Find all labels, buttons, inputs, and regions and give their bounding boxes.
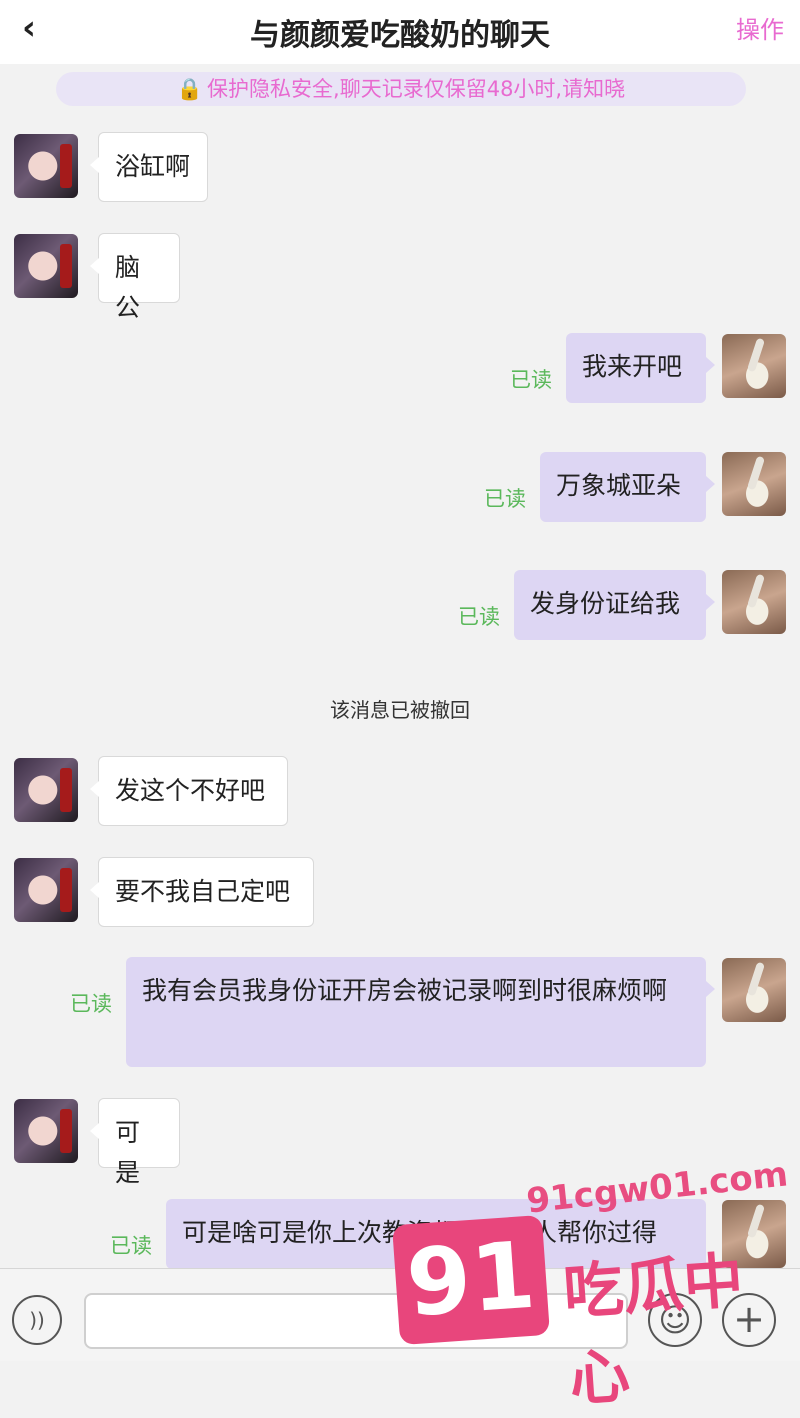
recalled-message-notice: 该消息已被撤回 <box>330 698 470 722</box>
my-avatar[interactable] <box>722 958 786 1022</box>
contact-avatar[interactable] <box>14 234 78 298</box>
privacy-notice-text: 保护隐私安全,聊天记录仅保留48小时,请知晓 <box>207 77 626 101</box>
message-bubble-incoming[interactable]: 浴缸啊 <box>90 132 208 202</box>
read-status: 已读 <box>458 605 500 629</box>
message-bubble-outgoing[interactable]: 万象城亚朵 <box>540 452 715 522</box>
contact-avatar[interactable] <box>14 858 78 922</box>
message-text: 万象城亚朵 <box>556 471 682 500</box>
message-bubble-incoming[interactable]: 发这个不好吧 <box>90 756 288 826</box>
message-bubble-incoming[interactable]: 脑公 <box>90 233 180 322</box>
message-input[interactable] <box>84 1293 628 1349</box>
message-bubble-outgoing[interactable]: 我来开吧 <box>566 333 715 403</box>
message-text: 浴缸啊 <box>115 152 191 181</box>
message-text: 我有会员我身份证开房会被记录啊到时很麻烦啊 <box>142 976 668 1005</box>
message-bubble-outgoing[interactable]: 发身份证给我 <box>514 570 715 640</box>
read-status: 已读 <box>70 992 112 1016</box>
message-text: 可是 <box>115 1118 141 1187</box>
chat-header: ‹ 与颜颜爱吃酸奶的聊天 操作 <box>0 0 800 64</box>
contact-avatar[interactable] <box>14 1099 78 1163</box>
message-bubble-incoming[interactable]: 可是 <box>90 1098 180 1187</box>
message-text: 脑公 <box>115 253 141 322</box>
operations-button[interactable]: 操作 <box>736 10 784 45</box>
message-text: 发身份证给我 <box>530 589 681 618</box>
read-status: 已读 <box>110 1234 152 1258</box>
my-avatar[interactable] <box>722 452 786 516</box>
read-status: 已读 <box>484 487 526 511</box>
message-text: 我来开吧 <box>582 352 683 381</box>
emoji-button[interactable]: ☺ <box>648 1293 702 1347</box>
message-input-bar: )) ☺ + <box>0 1268 800 1361</box>
message-bubble-outgoing[interactable]: 我有会员我身份证开房会被记录啊到时很麻烦啊 <box>126 957 715 1067</box>
my-avatar[interactable] <box>722 334 786 398</box>
message-text: 可是啥可是你上次教资都是我找人帮你过得 <box>182 1218 658 1247</box>
contact-avatar[interactable] <box>14 758 78 822</box>
lock-icon: 🔒 <box>176 77 204 101</box>
message-bubble-incoming[interactable]: 要不我自己定吧 <box>90 857 314 927</box>
my-avatar[interactable] <box>722 570 786 634</box>
my-avatar[interactable] <box>722 1200 786 1268</box>
contact-avatar[interactable] <box>14 134 78 198</box>
read-status: 已读 <box>510 368 552 392</box>
chat-title: 与颜颜爱吃酸奶的聊天 <box>250 18 550 53</box>
privacy-notice: 🔒 保护隐私安全,聊天记录仅保留48小时,请知晓 <box>56 72 746 106</box>
voice-button[interactable]: )) <box>12 1295 62 1345</box>
plus-icon: + <box>733 1297 765 1341</box>
message-text: 要不我自己定吧 <box>115 877 291 906</box>
voice-icon: )) <box>29 1308 45 1332</box>
more-options-button[interactable]: + <box>722 1293 776 1347</box>
message-text: 发这个不好吧 <box>115 776 266 805</box>
emoji-icon: ☺ <box>658 1301 692 1339</box>
message-bubble-outgoing[interactable]: 可是啥可是你上次教资都是我找人帮你过得 <box>166 1199 706 1269</box>
